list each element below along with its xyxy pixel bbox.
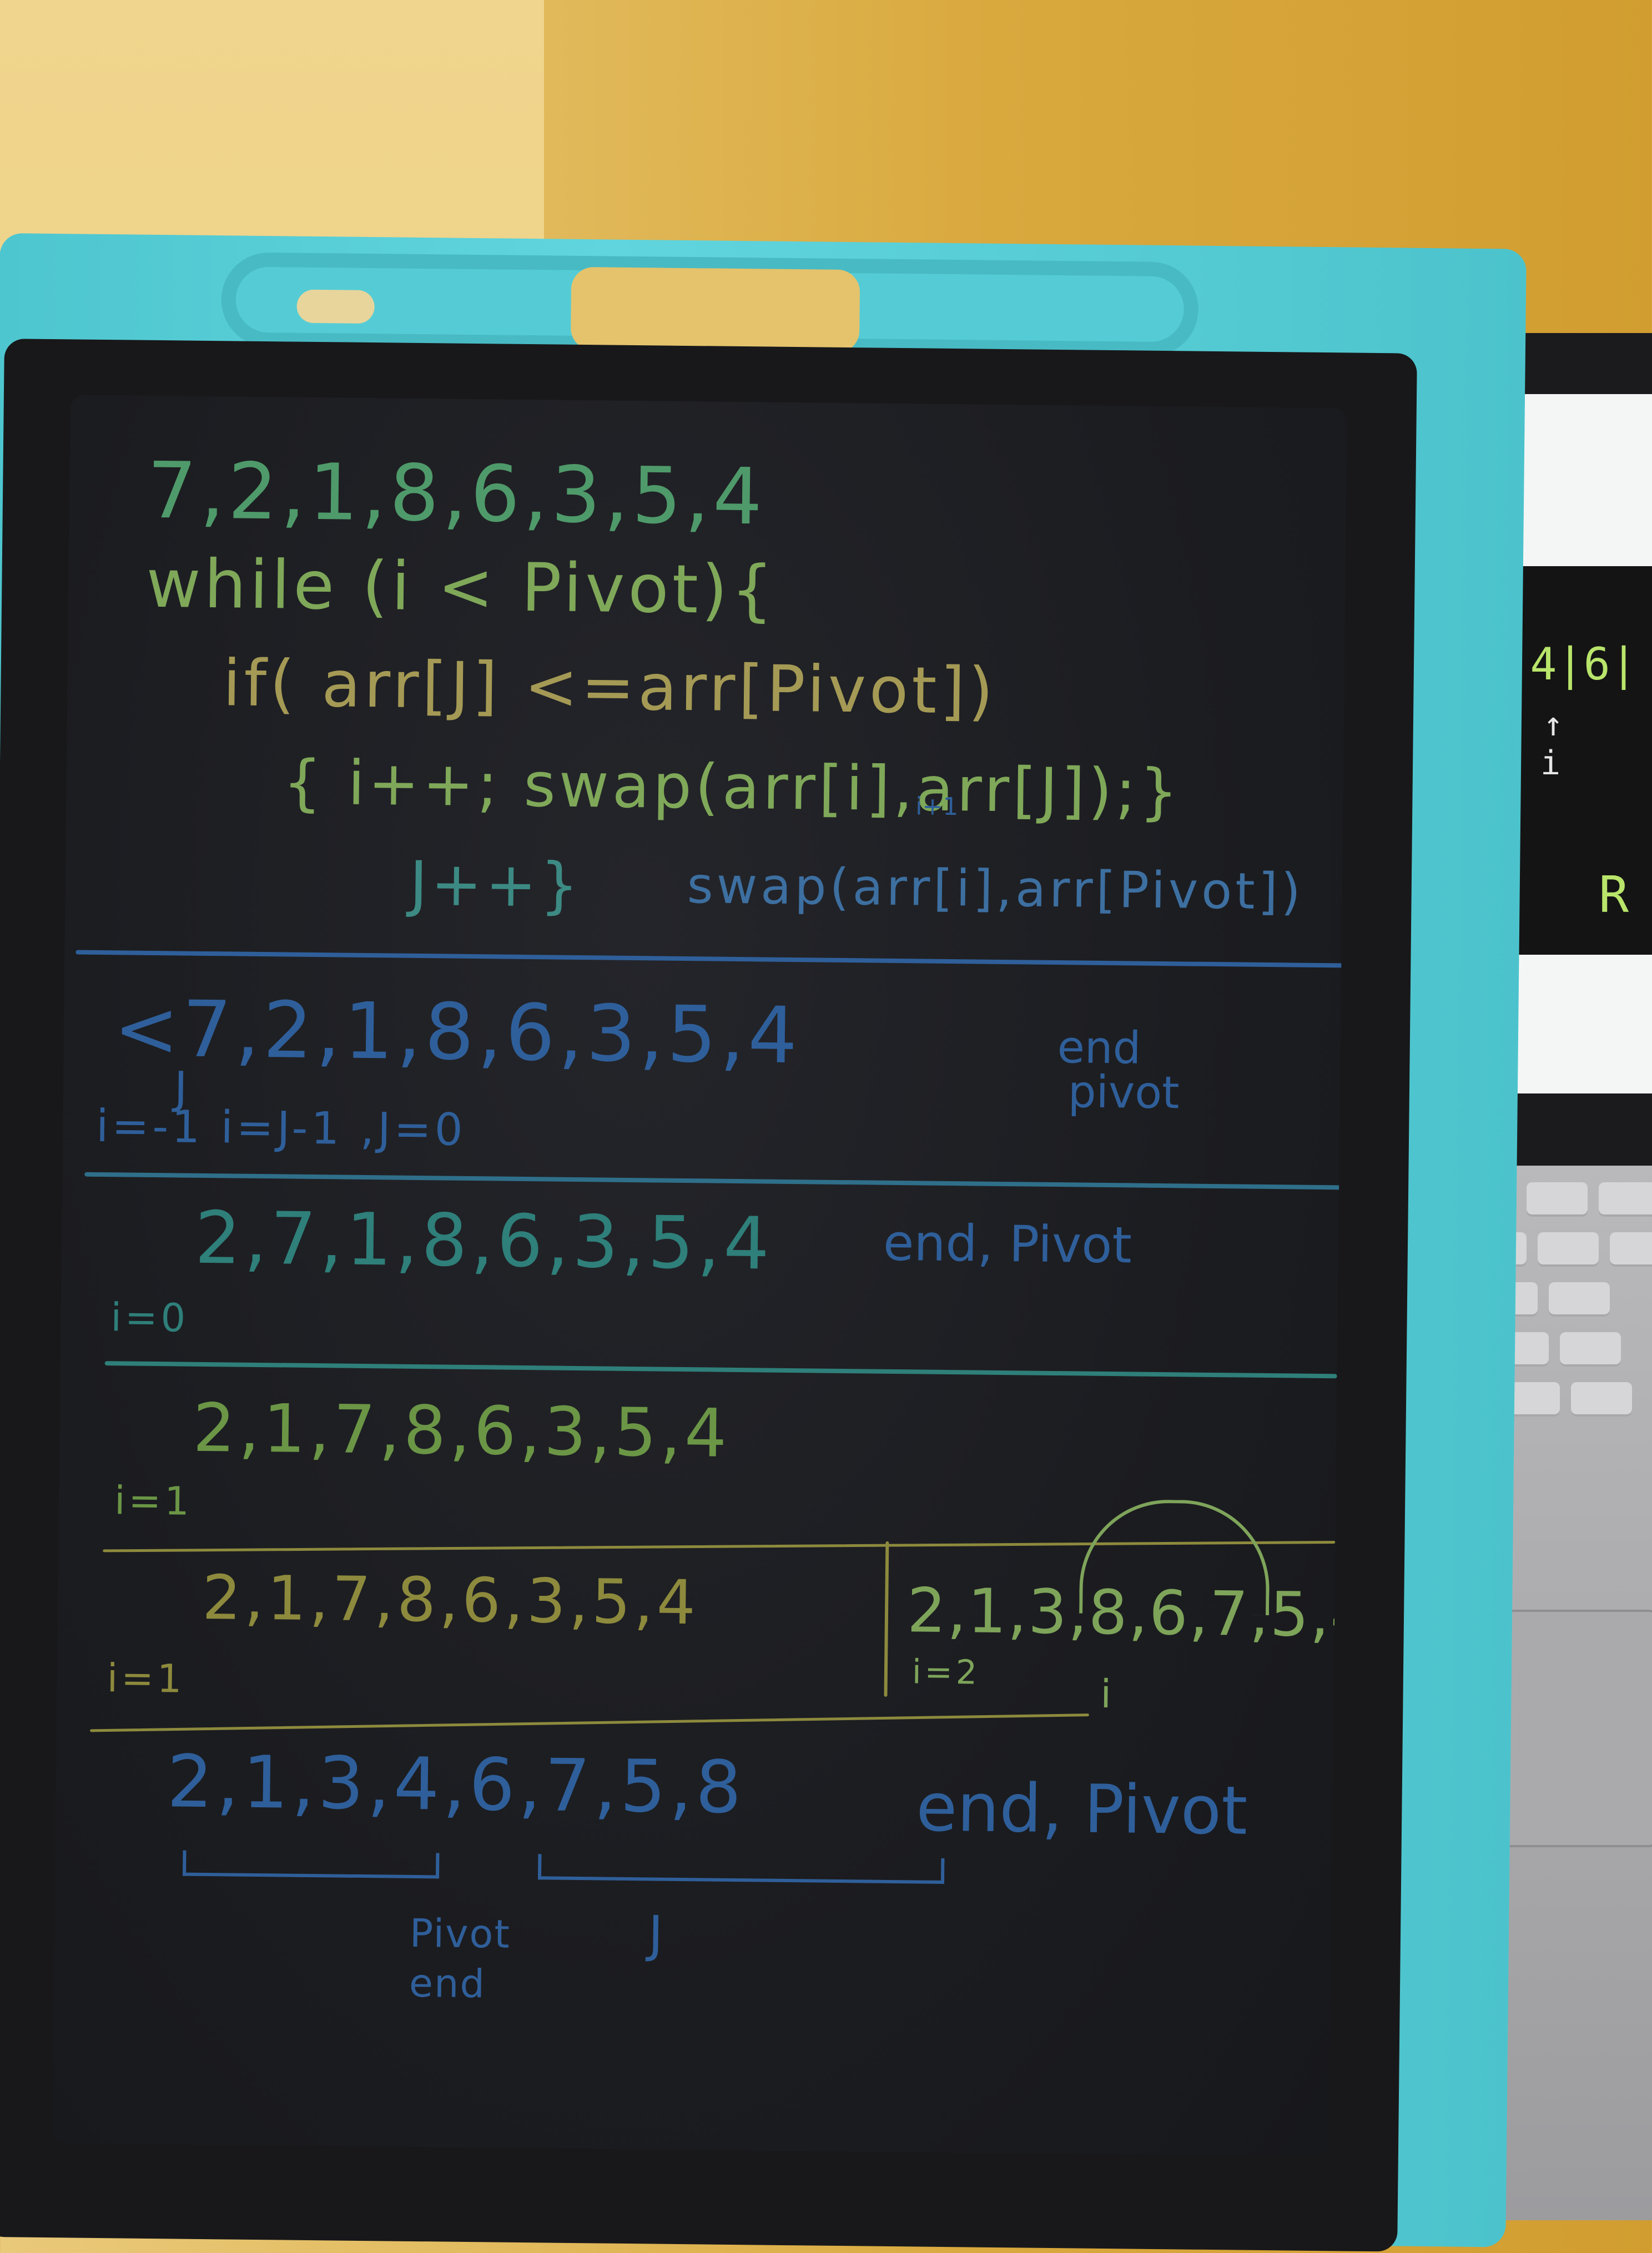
end-pivot-final: end, Pivot: [915, 1769, 1248, 1850]
trace-row-1-note: i=-1 i=J-1 ,J=0: [95, 1100, 467, 1156]
j-increment-line: J++}: [409, 848, 583, 921]
tablet-screen: 7,2,1,8,6,3,5,4 while (i < Pivot){ if( a…: [52, 395, 1347, 2157]
trace-row-2-note: i=0: [110, 1294, 189, 1341]
swap-line: { i++; swap(arr[i],arr[J]);}: [282, 747, 1182, 828]
keyboard-key: [1560, 1332, 1621, 1367]
handle-hole: [570, 266, 860, 354]
keyboard-key: [1571, 1382, 1632, 1417]
final-swap-line: swap(arr[i],arr[Pivot]): [687, 856, 1305, 921]
keyboard-key: [1549, 1282, 1610, 1317]
divider-line: [84, 1172, 1347, 1190]
i-plus-1-note: i+1: [915, 792, 959, 821]
while-line: while (i < Pivot){: [145, 545, 777, 629]
trace-row-final: 2,1,3,4,6,7,5,8: [167, 1739, 746, 1830]
end-pivot-label: end, Pivot: [883, 1213, 1132, 1275]
tablet-bezel: 7,2,1,8,6,3,5,4 while (i < Pivot){ if( a…: [0, 339, 1417, 2252]
pen-slot: [296, 289, 375, 324]
trace-row-4: 2,1,7,8,6,3,5,4: [202, 1561, 699, 1639]
lcd-writing-tablet: 7,2,1,8,6,3,5,4 while (i < Pivot){ if( a…: [0, 233, 1527, 2252]
pivot-end-note: Pivot end: [409, 1910, 511, 2007]
divider-line: [104, 1361, 1337, 1379]
if-line: if( arr[J] <=arr[Pivot]): [222, 646, 997, 729]
left-partition-bracket: [183, 1850, 440, 1879]
trace-row-1: <7,2,1,8,6,3,5,4: [113, 984, 802, 1082]
j-marker-final: J: [648, 1905, 664, 1964]
keyboard-key: [1527, 1182, 1588, 1217]
trace-row-3: 2,1,7,8,6,3,5,4: [192, 1389, 731, 1473]
column-separator: [884, 1541, 889, 1697]
right-partition-bracket: [537, 1854, 945, 1884]
keyboard-key: [1538, 1232, 1599, 1267]
slide-r: R: [1599, 866, 1629, 924]
pivot-label: pivot: [1067, 1066, 1180, 1119]
trace-row-3-note: i=1: [114, 1478, 193, 1524]
swap-arc: [1079, 1499, 1271, 1616]
slide-i: i: [1540, 744, 1561, 783]
touchpad: [1488, 1610, 1652, 1847]
trace-row-4b-note: i=2: [911, 1652, 981, 1692]
array-line: 7,2,1,8,6,3,5,4: [147, 445, 767, 543]
i-marker: i: [1100, 1671, 1112, 1717]
keyboard-key: [1599, 1182, 1652, 1217]
keyboard-key: [1610, 1232, 1652, 1267]
slide-arrow: ↑: [1543, 705, 1564, 744]
trace-row-4-note: i=1: [107, 1655, 185, 1702]
divider-line: [90, 1713, 1089, 1732]
trace-row-2: 2,7,1,8,6,3,5,4: [194, 1195, 773, 1286]
divider-line: [75, 950, 1347, 968]
